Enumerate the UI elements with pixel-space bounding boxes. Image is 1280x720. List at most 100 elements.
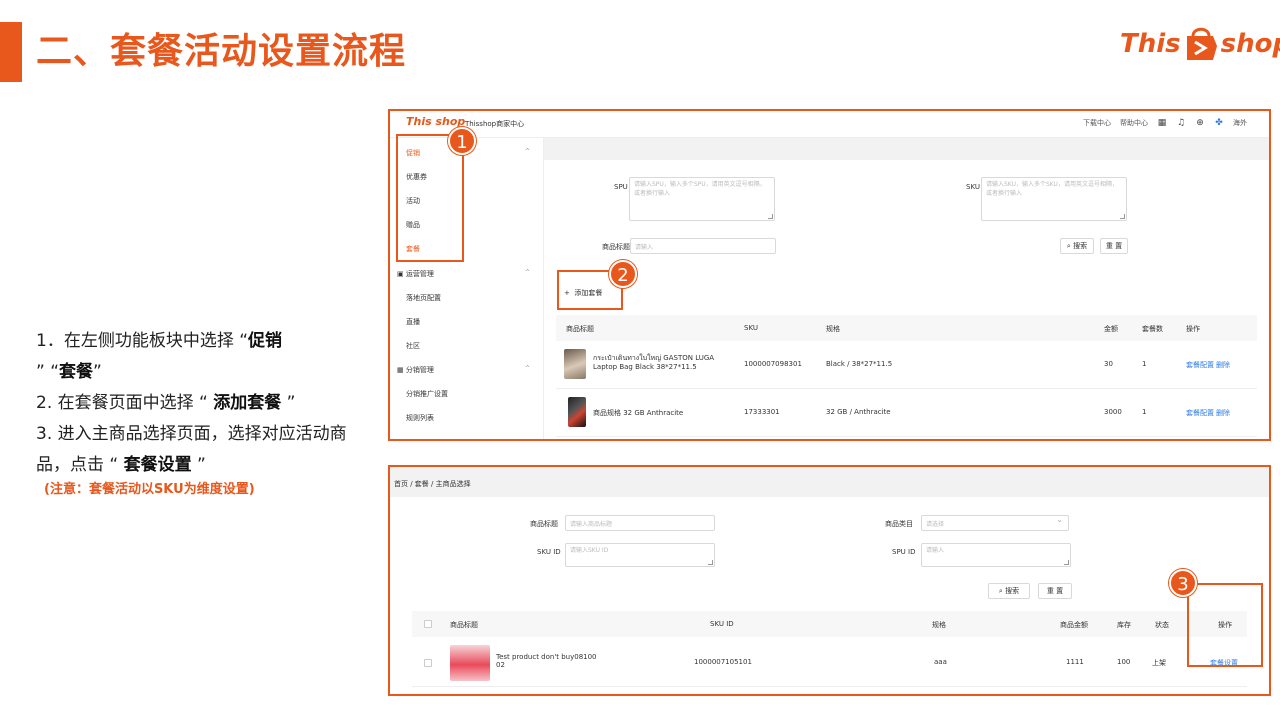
title-label: 商品标题 [602,243,630,251]
delete-link[interactable]: 删除 [1216,360,1230,370]
search-button[interactable]: ⌕ 搜索 [988,583,1030,599]
product-title-input[interactable]: 请输入商品标题 [565,515,715,531]
step-badge-3: 3 [1169,569,1197,597]
product-title: กระเป๋าเดินทางใบใหญ่ GASTON LUGA Laptop B… [593,354,715,371]
sku-input[interactable]: 请输入SKU，输入多个SKU，请用英文逗号相隔，或者换行输入 [981,177,1127,221]
col-title: 商品标题 [450,621,478,629]
merchant-header: This shop Thisshop商家中心 下载中心 帮助中心 ▦ ♫ ⊕ ✤… [390,111,1269,138]
col-title: 商品标题 [566,325,594,333]
sku-value: 17333301 [744,408,780,416]
header-logo: This shop [406,115,466,128]
breadcrumb[interactable]: 首页 / 套餐 / 主商品选择 [394,479,471,489]
table-row: Test product don't buy08100 02 1000007105… [412,637,1247,687]
instruction-list: 1．在左侧功能板块中选择 “促销 ” “套餐” 2. 在套餐页面中选择 “ 添加… [36,326,358,481]
download-center-link[interactable]: 下载中心 [1083,118,1111,128]
title-accent-bar [0,22,22,82]
app-grid-icon[interactable]: ✤ [1214,118,1224,128]
logo-text-shop: shop [1220,29,1280,59]
product-thumbnail [568,397,586,427]
amount-value: 3000 [1104,408,1122,416]
globe-icon[interactable]: ⊕ [1195,118,1205,128]
qrcode-icon[interactable]: ▦ [1157,118,1167,128]
help-center-link[interactable]: 帮助中心 [1120,118,1148,128]
thisshop-logo: This shop [1120,18,1280,70]
category-select[interactable]: 请选择 [921,515,1069,531]
spuid-label: SPU ID [892,548,916,556]
product-title-label: 商品标题 [530,520,558,528]
shopping-bag-icon [1183,24,1219,64]
table-row: 商品规格 32 GB Anthracite 17333301 32 GB / A… [556,389,1257,437]
spec-value: aaa [934,658,947,666]
product-table-header: 商品标题 SKU ID 规格 商品金额 库存 状态 操作 [412,611,1247,637]
product-thumbnail [564,349,586,379]
row-checkbox[interactable] [424,659,432,667]
spec-value: Black / 38*27*11.5 [826,360,893,368]
spu-input[interactable]: 请输入SPU，输入多个SPU，请用英文逗号相隔，或者换行输入 [629,177,775,221]
main-product-select-screenshot: 首页 / 套餐 / 主商品选择 商品标题 请输入商品标题 商品类目 请选择 SK… [388,465,1271,696]
chevron-up-icon[interactable]: ^ [525,365,530,372]
count-value: 1 [1142,360,1147,368]
col-status: 状态 [1155,621,1169,629]
highlight-promotion-menu [396,134,464,262]
col-count: 套餐数 [1142,325,1163,333]
count-value: 1 [1142,408,1147,416]
instruction-step-2: 2. 在套餐页面中选择 “ 添加套餐 ” [36,393,296,413]
sidebar-group-distribution[interactable]: ▦ 分销管理 [397,365,434,375]
reset-button[interactable]: 重 置 [1038,583,1072,599]
col-amount: 商品金额 [1060,621,1088,629]
logo-text-this: This [1120,29,1181,59]
category-label: 商品类目 [885,520,913,528]
sidebar-item-rules[interactable]: 规则列表 [406,413,434,423]
step-badge-1: 1 [448,127,476,155]
spec-value: 32 GB / Anthracite [826,408,891,416]
breadcrumb-band [390,467,1269,497]
instruction-step-3: 3. 进入主商品选择页面，选择对应活动商品，点击 “ 套餐设置 ” [36,424,347,475]
slide-title: 二、套餐活动设置流程 [36,31,407,72]
skuid-input[interactable]: 请输入SKU ID [565,543,715,567]
amount-value: 1111 [1066,658,1084,666]
select-all-checkbox[interactable] [424,620,432,628]
col-sku: SKU [744,324,758,332]
stock-value: 100 [1117,658,1131,666]
sku-value: 1000007098301 [744,360,802,368]
table-row: กระเป๋าเดินทางใบใหญ่ GASTON LUGA Laptop B… [556,341,1257,389]
chevron-up-icon[interactable]: ^ [525,148,530,155]
reset-button[interactable]: 重 置 [1100,238,1128,254]
sidebar-item-landing[interactable]: 落地页配置 [406,293,441,303]
amount-value: 30 [1104,360,1113,368]
package-config-link[interactable]: 套餐配置 [1186,360,1214,370]
spu-label: SPU [614,183,628,191]
delete-link[interactable]: 删除 [1216,408,1230,418]
col-amount: 金额 [1104,325,1118,333]
product-thumbnail [450,645,490,681]
col-spec: 规格 [932,621,946,629]
sidebar-group-operations[interactable]: ▣ 运营管理 [397,269,434,279]
instruction-note: (注意：套餐活动以SKU为维度设置) [44,482,255,497]
sku-label: SKU [966,183,980,191]
chevron-up-icon[interactable]: ^ [525,269,530,276]
package-table-header: 商品标题 SKU 规格 金额 套餐数 操作 [556,315,1257,341]
col-spec: 规格 [826,325,840,333]
package-config-link[interactable]: 套餐配置 [1186,408,1214,418]
package-list-screenshot: This shop Thisshop商家中心 下载中心 帮助中心 ▦ ♫ ⊕ ✤… [388,109,1271,441]
search-button[interactable]: ⌕ 搜索 [1060,238,1094,254]
title-input[interactable]: 请输入 [630,238,776,254]
bell-icon[interactable]: ♫ [1176,118,1186,128]
product-title: 商品规格 32 GB Anthracite [593,409,684,417]
sidebar-item-dist-settings[interactable]: 分销推广设置 [406,389,448,399]
package-main-content: SPU 请输入SPU，输入多个SPU，请用英文逗号相隔，或者换行输入 SKU 请… [544,160,1269,439]
status-value: 上架 [1152,659,1166,667]
instruction-step-1: 1．在左侧功能板块中选择 “促销 ” “套餐” [36,331,283,382]
spuid-input[interactable]: 请输入 [921,543,1071,567]
product-title: Test product don't buy08100 02 [496,653,597,669]
skuid-label: SKU ID [537,548,561,556]
sidebar-item-live[interactable]: 直播 [406,317,420,327]
step-badge-2: 2 [609,260,637,288]
highlight-package-settings [1187,583,1263,667]
sidebar-item-community[interactable]: 社区 [406,341,420,351]
region-label[interactable]: 海外 [1233,118,1247,128]
col-skuid: SKU ID [710,620,734,628]
header-title: Thisshop商家中心 [465,120,525,128]
col-action: 操作 [1186,325,1200,333]
skuid-value: 1000007105101 [694,658,752,666]
